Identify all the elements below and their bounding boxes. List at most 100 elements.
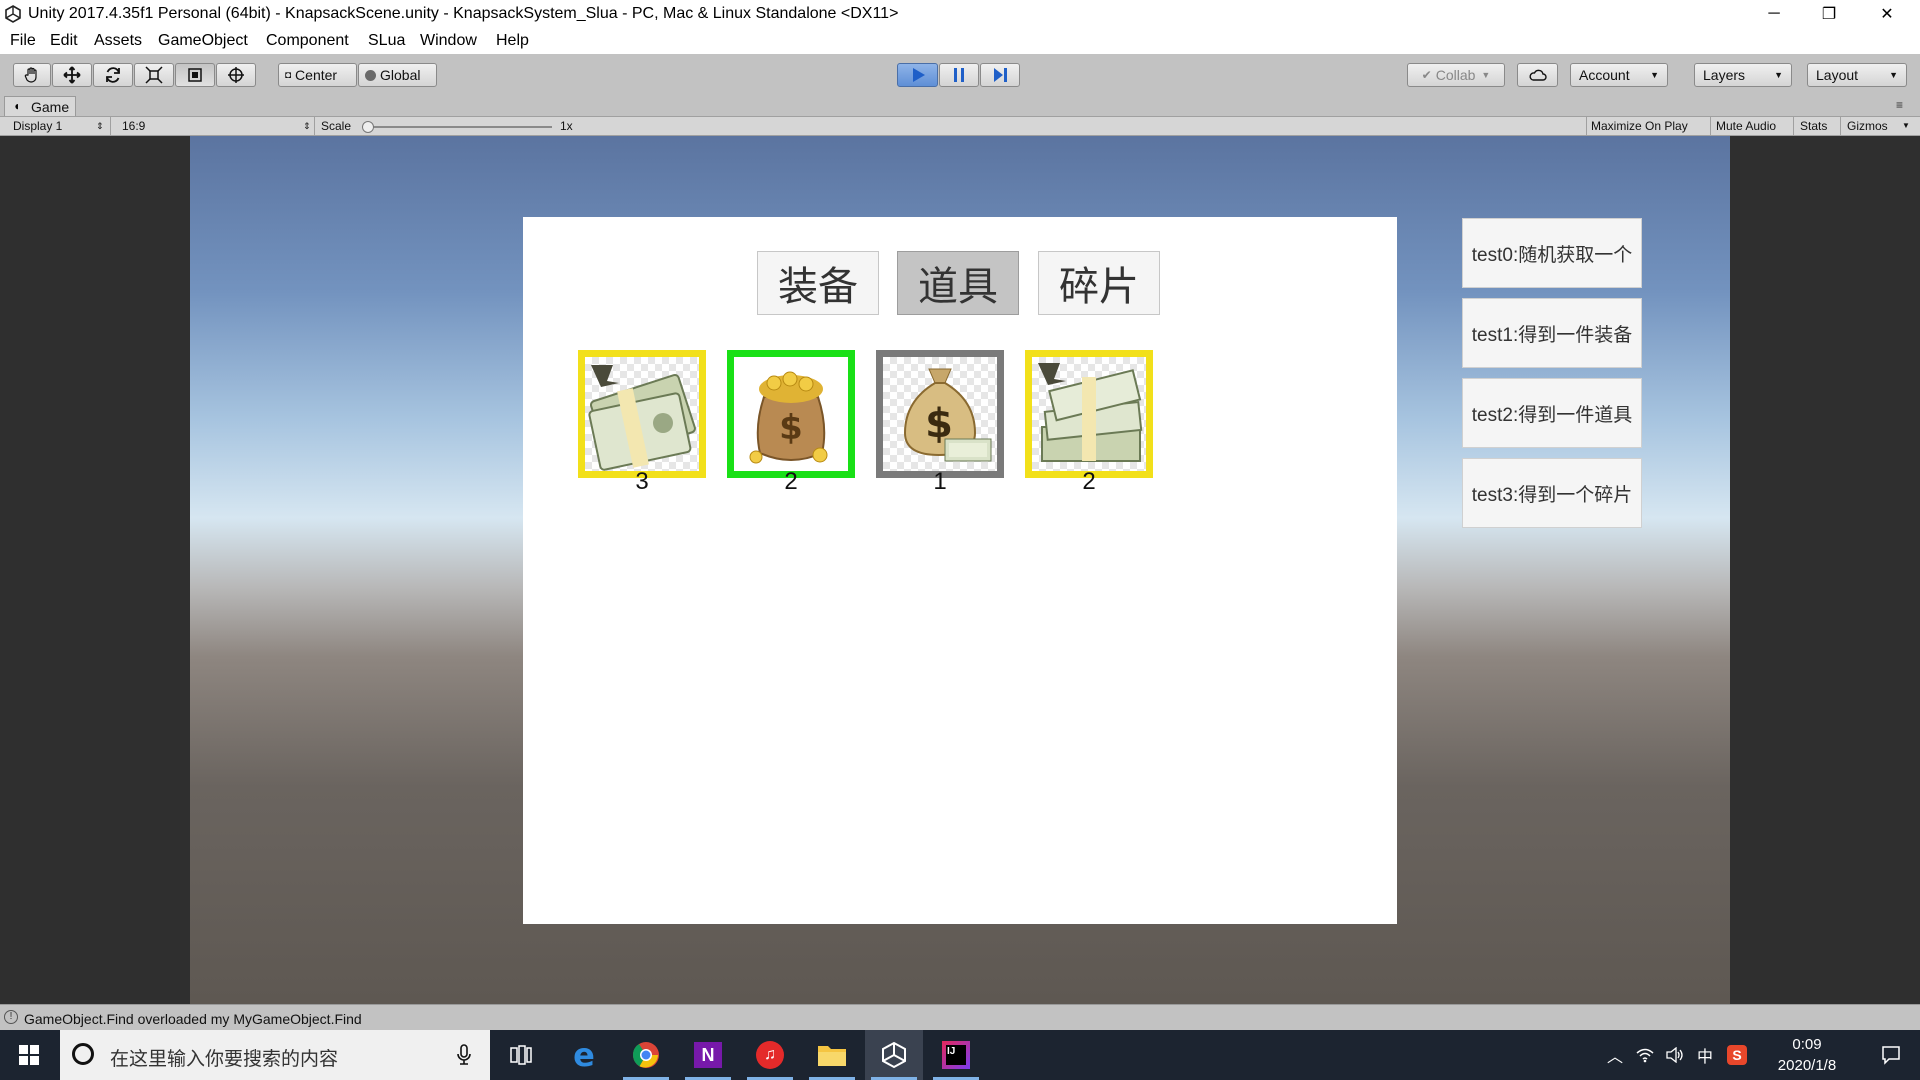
start-button[interactable]: [0, 1030, 58, 1080]
taskbar-unity[interactable]: [865, 1030, 923, 1080]
menu-gameobject[interactable]: GameObject: [158, 32, 248, 50]
aspect-select[interactable]: 16:9: [122, 119, 145, 133]
knapsack-panel: [523, 217, 1397, 924]
sogou-input-icon[interactable]: S: [1722, 1030, 1752, 1080]
inventory-slot[interactable]: $: [727, 350, 855, 478]
step-icon: [994, 68, 1007, 82]
account-dropdown[interactable]: Account ▼: [1570, 63, 1668, 87]
divider: [1710, 117, 1711, 135]
chevron-down-icon: ▼: [1774, 70, 1783, 80]
display-select[interactable]: Display 1: [13, 119, 62, 133]
divider: [1793, 117, 1794, 135]
pivot-global-button[interactable]: Global: [358, 63, 437, 87]
globe-icon: [365, 69, 376, 81]
wifi-icon[interactable]: [1630, 1030, 1660, 1080]
gold-coin-sack-icon: $: [734, 357, 848, 471]
pivot-center-label: Center: [295, 67, 338, 83]
layers-dropdown[interactable]: Layers ▼: [1694, 63, 1792, 87]
cash-bundle-icon: [585, 357, 699, 471]
window-title: Unity 2017.4.35f1 Personal (64bit) - Kna…: [28, 5, 899, 22]
chevron-down-icon: ▼: [1902, 121, 1910, 130]
tab-game-label: Game: [31, 99, 70, 115]
chevron-down-icon: ▼: [1481, 70, 1491, 80]
tab-equipment[interactable]: 装备: [757, 251, 879, 315]
pivot-center-button[interactable]: ◘ Center: [278, 63, 357, 87]
test3-button[interactable]: test3:得到一个碎片: [1462, 458, 1642, 528]
taskbar-search-box[interactable]: 在这里输入你要搜索的内容: [60, 1030, 490, 1080]
folder-icon: [818, 1046, 846, 1066]
minimize-button[interactable]: ─: [1745, 0, 1803, 28]
taskbar-rider[interactable]: IJ: [927, 1030, 985, 1080]
pause-button[interactable]: [939, 63, 979, 87]
test0-button[interactable]: test0:随机获取一个: [1462, 218, 1642, 288]
info-icon: !: [4, 1010, 18, 1024]
mute-audio-toggle[interactable]: Mute Audio: [1716, 119, 1776, 133]
slot-count: 2: [1082, 468, 1096, 495]
notification-icon[interactable]: [1866, 1030, 1916, 1080]
transform-tool-button[interactable]: [216, 63, 256, 87]
menu-bar: File Edit Assets GameObject Component SL…: [0, 28, 1920, 55]
volume-icon[interactable]: [1660, 1030, 1690, 1080]
collab-label: Collab: [1435, 67, 1476, 83]
divider: [110, 117, 111, 135]
layout-dropdown[interactable]: Layout ▼: [1807, 63, 1907, 87]
play-button[interactable]: [897, 63, 938, 87]
chevron-up-icon[interactable]: ︿: [1600, 1030, 1630, 1080]
hand-tool-button[interactable]: [13, 63, 51, 87]
maximize-on-play-toggle[interactable]: Maximize On Play: [1591, 119, 1688, 133]
rotate-tool-button[interactable]: [93, 63, 133, 87]
slot-count: 3: [635, 468, 649, 495]
taskbar-netease-music[interactable]: ♫: [741, 1030, 799, 1080]
menu-window[interactable]: Window: [420, 32, 477, 50]
microphone-icon[interactable]: [456, 1044, 472, 1066]
rect-tool-button[interactable]: [175, 63, 215, 87]
stats-toggle[interactable]: Stats: [1800, 119, 1827, 133]
scale-tool-button[interactable]: [134, 63, 174, 87]
move-tool-button[interactable]: [52, 63, 92, 87]
chevron-updown-icon: ⇕: [96, 121, 104, 131]
gizmos-dropdown[interactable]: Gizmos: [1847, 119, 1888, 133]
tab-fragments[interactable]: 碎片: [1038, 251, 1160, 315]
inventory-slot[interactable]: [1025, 350, 1153, 478]
restore-button[interactable]: ❐: [1800, 0, 1858, 28]
cloud-button[interactable]: [1517, 63, 1558, 87]
scale-slider-track[interactable]: [362, 126, 552, 128]
tab-game[interactable]: ◖ Game: [4, 96, 76, 116]
inventory-slot[interactable]: [578, 350, 706, 478]
divider: [1840, 117, 1841, 135]
tab-items[interactable]: 道具: [897, 251, 1019, 315]
step-button[interactable]: [980, 63, 1020, 87]
taskbar-file-explorer[interactable]: [803, 1030, 861, 1080]
ime-indicator[interactable]: 中: [1690, 1030, 1720, 1080]
scale-slider-thumb[interactable]: [362, 121, 374, 133]
taskbar-edge[interactable]: e: [555, 1030, 613, 1080]
menu-component[interactable]: Component: [266, 32, 349, 50]
task-view-button[interactable]: [492, 1030, 550, 1080]
menu-slua[interactable]: SLua: [368, 32, 405, 50]
tab-menu-icon[interactable]: ≡: [1896, 98, 1903, 112]
unity-icon: [882, 1041, 906, 1069]
inventory-slot[interactable]: $: [876, 350, 1004, 478]
jetbrains-rider-icon: IJ: [942, 1041, 970, 1069]
menu-help[interactable]: Help: [496, 32, 529, 50]
menu-edit[interactable]: Edit: [50, 32, 78, 50]
menu-assets[interactable]: Assets: [94, 32, 142, 50]
status-message: GameObject.Find overloaded my MyGameObje…: [24, 1011, 362, 1027]
account-label: Account: [1579, 67, 1630, 83]
taskbar-clock[interactable]: 0:09 2020/1/8: [1752, 1034, 1862, 1076]
collab-dropdown[interactable]: ✔ Collab ▼: [1407, 63, 1505, 87]
edge-icon: e: [573, 1036, 595, 1074]
status-bar[interactable]: ! GameObject.Find overloaded my MyGameOb…: [0, 1004, 1920, 1030]
chrome-icon: [632, 1042, 659, 1068]
close-button[interactable]: ✕: [1858, 0, 1916, 28]
pause-icon: [954, 68, 964, 82]
menu-file[interactable]: File: [10, 32, 36, 50]
test2-button[interactable]: test2:得到一件道具: [1462, 378, 1642, 448]
cloud-icon: [1529, 69, 1547, 81]
test1-button[interactable]: test1:得到一件装备: [1462, 298, 1642, 368]
svg-text:$: $: [779, 408, 803, 448]
taskbar-onenote[interactable]: N: [679, 1030, 737, 1080]
slot-count: 2: [784, 468, 798, 495]
taskbar-chrome[interactable]: [617, 1030, 675, 1080]
check-circle-icon: ✔: [1421, 68, 1432, 82]
